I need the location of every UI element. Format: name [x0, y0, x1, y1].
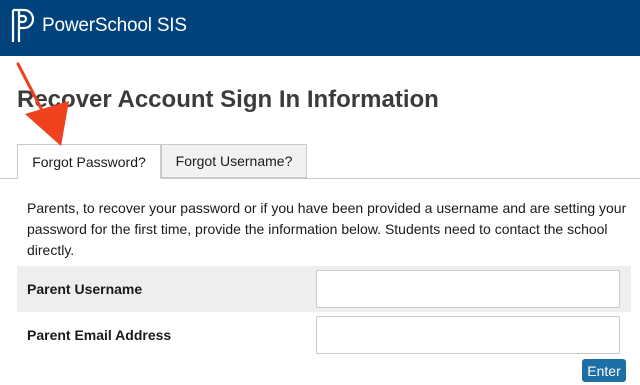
tab-label: Forgot Password? [32, 153, 146, 170]
parent-email-input[interactable] [316, 316, 620, 354]
top-header-bar: PowerSchool SIS [0, 0, 640, 56]
parent-email-row: Parent Email Address [17, 312, 631, 358]
enter-button[interactable]: Enter [582, 359, 626, 382]
parent-username-input[interactable] [316, 270, 620, 308]
app-title: PowerSchool SIS [42, 15, 187, 36]
parent-username-row: Parent Username [17, 266, 631, 312]
tab-forgot-password[interactable]: Forgot Password? [17, 144, 161, 179]
powerschool-logo-icon[interactable] [10, 8, 36, 44]
tab-label: Forgot Username? [175, 153, 293, 169]
instructions-text: Parents, to recover your password or if … [27, 200, 627, 258]
page-title: Recover Account Sign In Information [17, 86, 439, 113]
tab-forgot-username[interactable]: Forgot Username? [161, 144, 307, 178]
parent-email-label: Parent Email Address [27, 327, 172, 343]
parent-username-label: Parent Username [27, 281, 143, 297]
